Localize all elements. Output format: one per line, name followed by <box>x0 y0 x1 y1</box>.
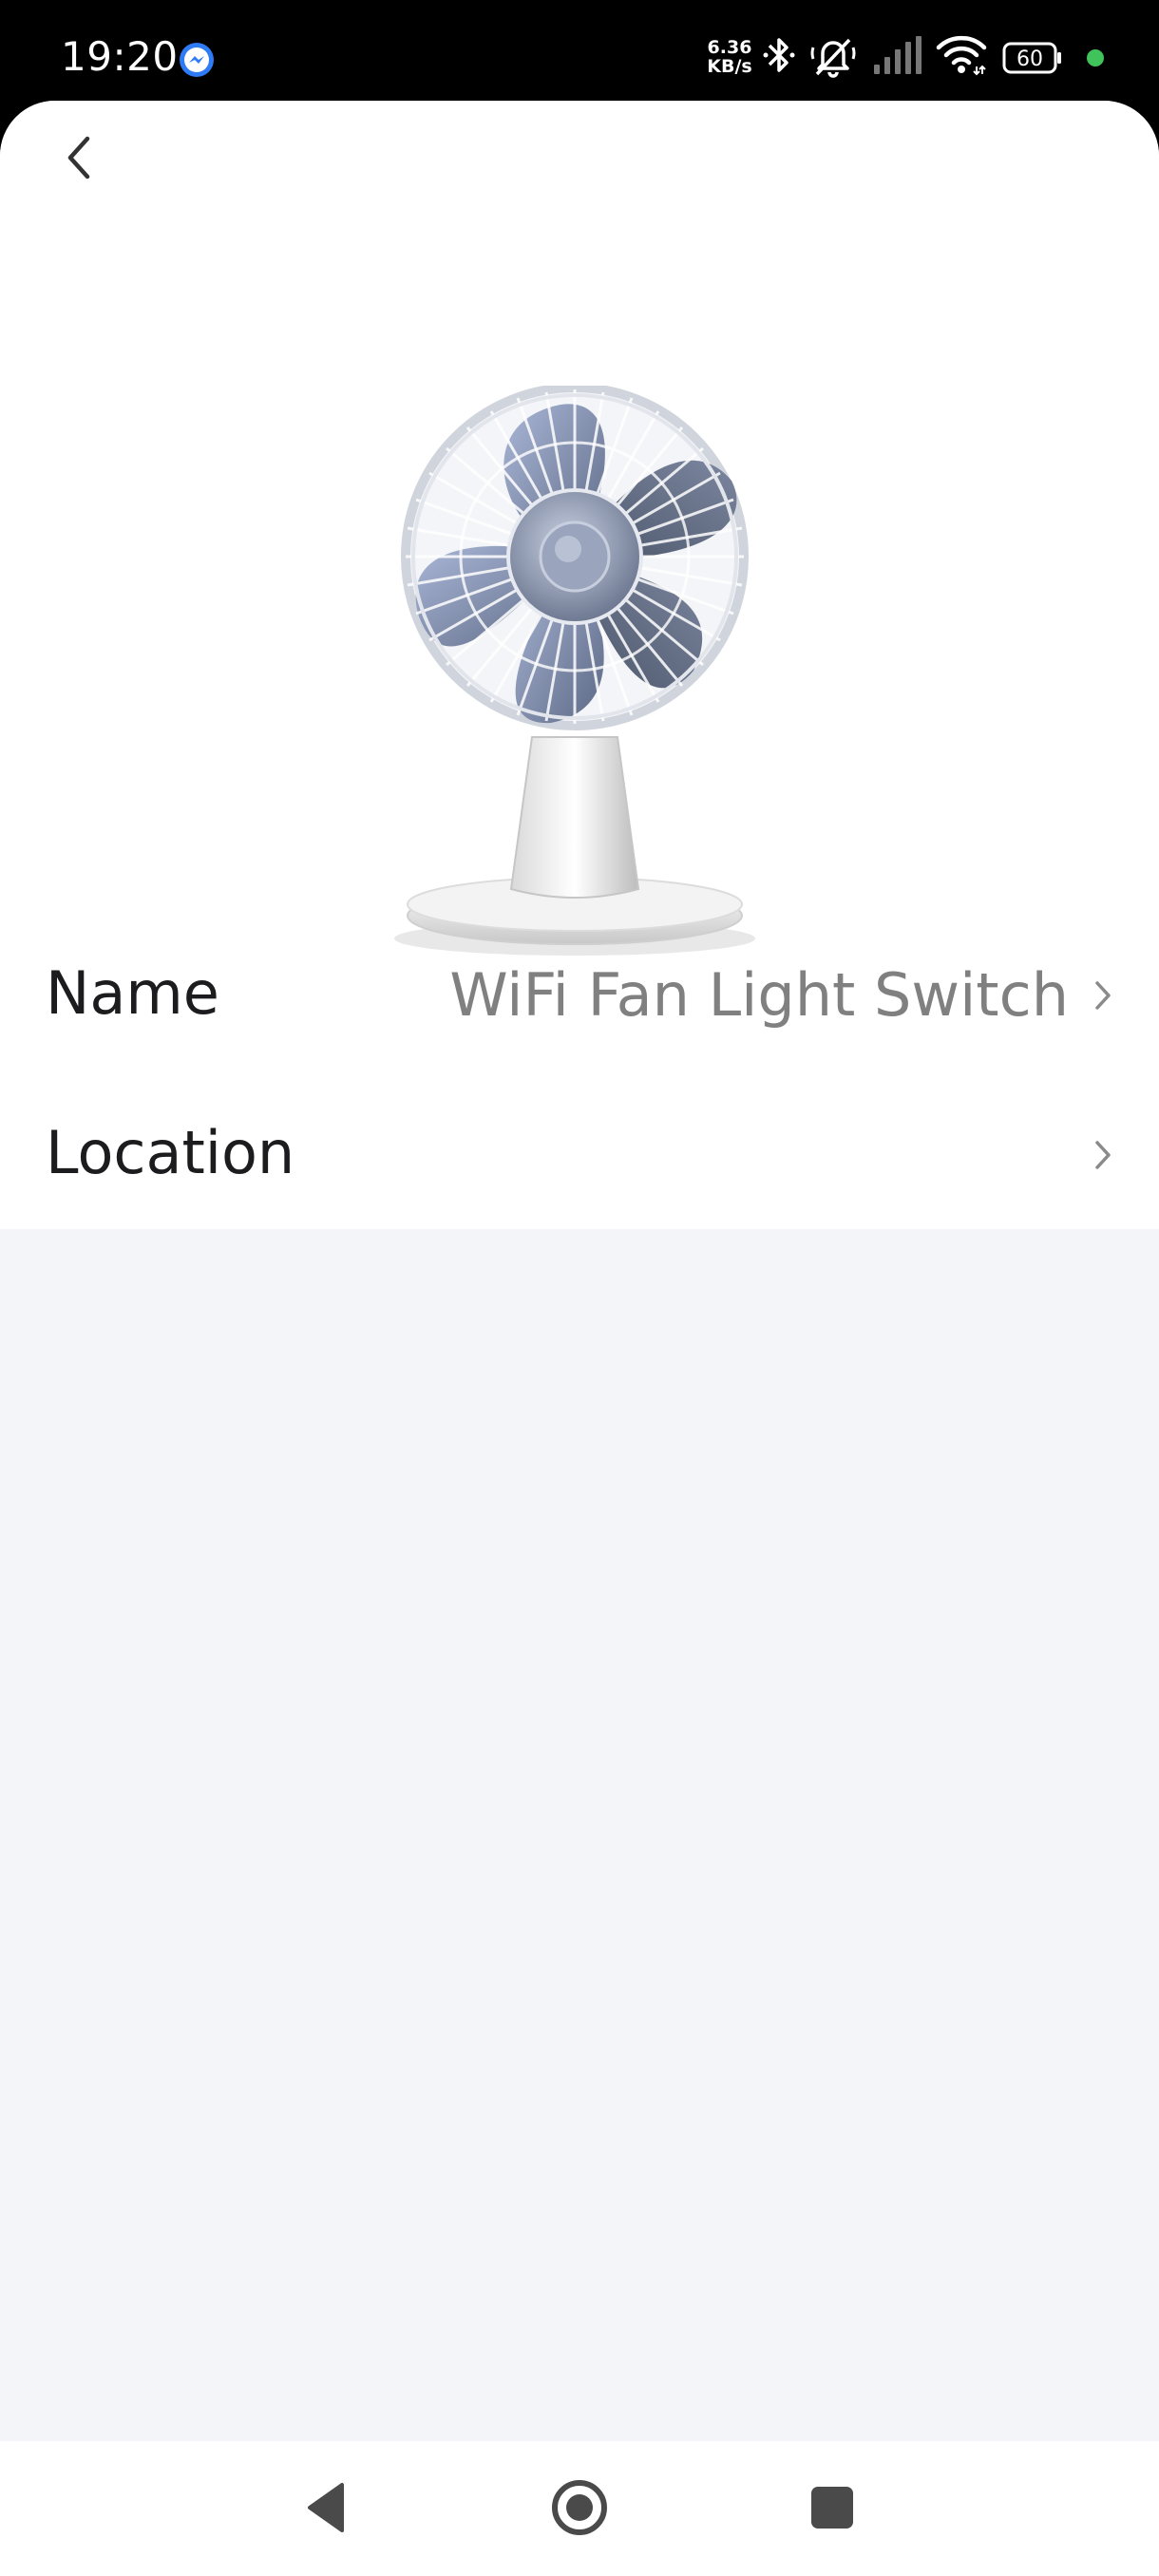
signal-icon <box>874 36 922 74</box>
name-row[interactable]: Name WiFi Fan Light Switch <box>0 914 1159 1066</box>
wifi-icon <box>936 35 987 76</box>
status-time: 19:20 <box>61 33 179 80</box>
recents-square-icon <box>811 2487 853 2529</box>
privacy-indicator-dot <box>1087 49 1104 66</box>
home-circle-icon <box>552 2480 607 2535</box>
messenger-icon <box>180 43 214 77</box>
chevron-left-icon <box>67 136 90 180</box>
name-label: Name <box>46 958 219 1028</box>
bluetooth-icon <box>763 38 795 72</box>
phone-screen: 19:20 6.36 KB/s 60 Name WiFi Fan Light S… <box>0 0 1159 2576</box>
device-settings-sheet: Name WiFi Fan Light Switch Location <box>0 101 1159 2441</box>
location-row[interactable]: Location <box>0 1073 1159 1225</box>
name-value: WiFi Fan Light Switch <box>449 960 1069 1030</box>
desk-fan-icon <box>394 386 755 956</box>
device-info-card: Name WiFi Fan Light Switch Location <box>0 101 1159 1229</box>
chevron-right-icon <box>1095 1141 1111 1169</box>
location-label: Location <box>46 1118 295 1187</box>
nav-back-button[interactable] <box>289 2470 365 2546</box>
nav-home-button[interactable] <box>542 2470 618 2546</box>
muted-bell-icon <box>810 38 856 78</box>
network-speed-value: 6.36 <box>707 37 752 58</box>
back-button[interactable] <box>49 127 110 188</box>
chevron-right-icon <box>1095 981 1111 1010</box>
nav-recents-button[interactable] <box>794 2470 870 2546</box>
battery-level: 60 <box>1016 47 1043 71</box>
network-speed: 6.36 KB/s <box>703 38 756 76</box>
battery-icon: 60 <box>1002 42 1061 74</box>
system-navigation-bar <box>0 2441 1159 2576</box>
network-speed-unit: KB/s <box>707 56 752 77</box>
back-triangle-icon <box>308 2483 344 2532</box>
status-bar: 19:20 6.36 KB/s 60 <box>0 0 1159 101</box>
